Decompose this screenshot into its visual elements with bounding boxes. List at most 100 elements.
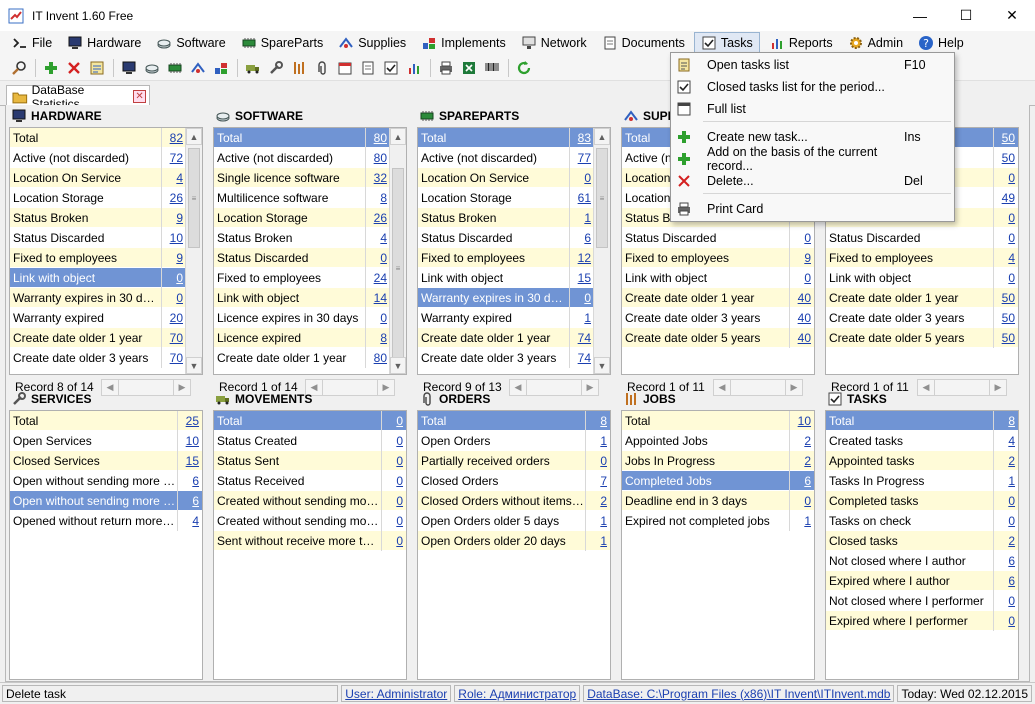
row-value-link[interactable]: 0 — [994, 268, 1018, 288]
row-value-link[interactable]: 4 — [994, 248, 1018, 268]
truck-icon[interactable] — [242, 58, 263, 78]
row-value-link[interactable]: 2 — [994, 531, 1018, 551]
table-row[interactable]: Warranty expires in 30 days 0 — [10, 287, 186, 308]
row-value-link[interactable]: 32 — [366, 168, 390, 188]
table-row[interactable]: Completed tasks 0 — [826, 490, 1018, 511]
row-value-link[interactable]: 0 — [162, 268, 186, 288]
menu-implements[interactable]: Implements — [415, 32, 512, 54]
implements-icon[interactable] — [210, 58, 231, 78]
table-row[interactable]: Create date older 5 years 50 — [826, 327, 1018, 348]
table-row[interactable]: Status Broken 4 — [214, 227, 390, 248]
menu-documents[interactable]: Documents — [596, 32, 691, 54]
row-value-link[interactable]: 70 — [162, 348, 186, 368]
table-row[interactable]: Completed Jobs 6 — [622, 470, 814, 491]
row-value-link[interactable]: 1 — [570, 308, 594, 328]
row-value-link[interactable]: 24 — [366, 268, 390, 288]
scroll-down-icon[interactable]: ▼ — [390, 357, 406, 374]
table-row[interactable]: Appointed tasks 2 — [826, 450, 1018, 471]
scroll-thumb[interactable]: ≡ — [392, 168, 404, 368]
table-row[interactable]: Open Services 10 — [10, 430, 202, 451]
row-value-link[interactable]: 83 — [570, 128, 594, 148]
refresh-icon[interactable] — [513, 58, 534, 78]
row-value-link[interactable]: 26 — [366, 208, 390, 228]
row-value-link[interactable]: 25 — [178, 411, 202, 431]
table-row[interactable]: Location Storage 61 — [418, 187, 594, 208]
table-row[interactable]: Appointed Jobs 2 — [622, 430, 814, 451]
table-row[interactable]: Open without sending more th... 6 — [10, 490, 202, 511]
row-value-link[interactable]: 0 — [382, 431, 406, 451]
row-value-link[interactable]: 74 — [570, 328, 594, 348]
table-row[interactable]: Open Orders older 5 days 1 — [418, 510, 610, 531]
table-row[interactable]: Expired where I performer 0 — [826, 610, 1018, 631]
tasks-menu-item[interactable]: Delete... Del — [671, 170, 954, 192]
tasks-menu-item[interactable]: Open tasks list F10 — [671, 54, 954, 76]
tasks-menu-item[interactable]: Closed tasks list for the period... — [671, 76, 954, 98]
row-value-link[interactable]: 1 — [570, 208, 594, 228]
row-value-link[interactable]: 80 — [366, 128, 390, 148]
row-value-link[interactable]: 0 — [382, 491, 406, 511]
table-row[interactable]: Fixed to employees 24 — [214, 267, 390, 288]
table-row[interactable]: Status Discarded 0 — [826, 227, 1018, 248]
row-value-link[interactable]: 0 — [994, 591, 1018, 611]
table-row[interactable]: Open Orders 1 — [418, 430, 610, 451]
row-value-link[interactable]: 4 — [162, 168, 186, 188]
status-user[interactable]: User: Administrator — [341, 684, 452, 702]
row-value-link[interactable]: 8 — [586, 411, 610, 431]
table-row[interactable]: Tasks on check 0 — [826, 510, 1018, 531]
table-row[interactable]: Link with object 0 — [826, 267, 1018, 288]
row-value-link[interactable]: 1 — [586, 531, 610, 551]
menu-hardware[interactable]: Hardware — [61, 32, 147, 54]
monitor-icon[interactable] — [118, 58, 139, 78]
row-value-link[interactable]: 72 — [162, 148, 186, 168]
table-row[interactable]: Total 8 — [418, 411, 610, 431]
table-row[interactable]: Created tasks 4 — [826, 430, 1018, 451]
menu-admin[interactable]: Admin — [842, 32, 909, 54]
table-row[interactable]: Status Broken 1 — [418, 207, 594, 228]
scroll-thumb[interactable]: ≡ — [596, 148, 608, 248]
row-value-link[interactable]: 2 — [586, 491, 610, 511]
table-row[interactable]: Created without sending more ... 0 — [214, 510, 406, 531]
table-row[interactable]: Location On Service 4 — [10, 167, 186, 188]
row-value-link[interactable]: 50 — [994, 128, 1018, 148]
table-row[interactable]: Warranty expired 20 — [10, 307, 186, 328]
tab-database-statistics[interactable]: DataBase Statistics ✕ — [6, 83, 150, 111]
delete-icon[interactable] — [63, 58, 84, 78]
table-row[interactable]: Total 8 — [826, 411, 1018, 431]
row-value-link[interactable]: 0 — [994, 208, 1018, 228]
row-value-link[interactable]: 50 — [994, 148, 1018, 168]
scroll-down-icon[interactable]: ▼ — [186, 357, 202, 374]
row-value-link[interactable]: 80 — [366, 148, 390, 168]
row-value-link[interactable]: 50 — [994, 288, 1018, 308]
close-tab-icon[interactable]: ✕ — [133, 90, 146, 103]
minimize-button[interactable]: — — [897, 0, 943, 31]
row-value-link[interactable]: 10 — [162, 228, 186, 248]
table-row[interactable]: Create date older 5 years 40 — [622, 327, 814, 348]
table-row[interactable]: Not closed where I author 6 — [826, 550, 1018, 571]
menu-network[interactable]: Network — [515, 32, 593, 54]
scroll-down-icon[interactable]: ▼ — [594, 357, 610, 374]
maximize-button[interactable]: ☐ — [943, 0, 989, 31]
table-row[interactable]: Multilicence software 8 — [214, 187, 390, 208]
row-value-link[interactable]: 8 — [366, 188, 390, 208]
table-row[interactable]: Partially received orders 0 — [418, 450, 610, 471]
row-value-link[interactable]: 8 — [366, 328, 390, 348]
row-value-link[interactable]: 4 — [178, 511, 202, 531]
table-row[interactable]: Create date older 3 years 50 — [826, 307, 1018, 328]
row-value-link[interactable]: 1 — [586, 431, 610, 451]
table-row[interactable]: Licence expired 8 — [214, 327, 390, 348]
table-row[interactable]: Closed Services 15 — [10, 450, 202, 471]
table-row[interactable]: Status Discarded 0 — [622, 227, 814, 248]
disc-icon[interactable] — [141, 58, 162, 78]
row-value-link[interactable]: 1 — [994, 471, 1018, 491]
table-row[interactable]: Total 10 — [622, 411, 814, 431]
table-row[interactable]: Create date older 1 year 80 — [214, 347, 390, 368]
table-row[interactable]: Link with object 14 — [214, 287, 390, 308]
table-row[interactable]: Closed Orders without items a... 2 — [418, 490, 610, 511]
row-value-link[interactable]: 0 — [382, 451, 406, 471]
table-row[interactable]: Active (not discarded) 77 — [418, 147, 594, 168]
row-value-link[interactable]: 82 — [162, 128, 186, 148]
table-row[interactable]: Location On Service 0 — [418, 167, 594, 188]
row-value-link[interactable]: 70 — [162, 328, 186, 348]
row-value-link[interactable]: 0 — [994, 228, 1018, 248]
table-row[interactable]: Link with object 15 — [418, 267, 594, 288]
